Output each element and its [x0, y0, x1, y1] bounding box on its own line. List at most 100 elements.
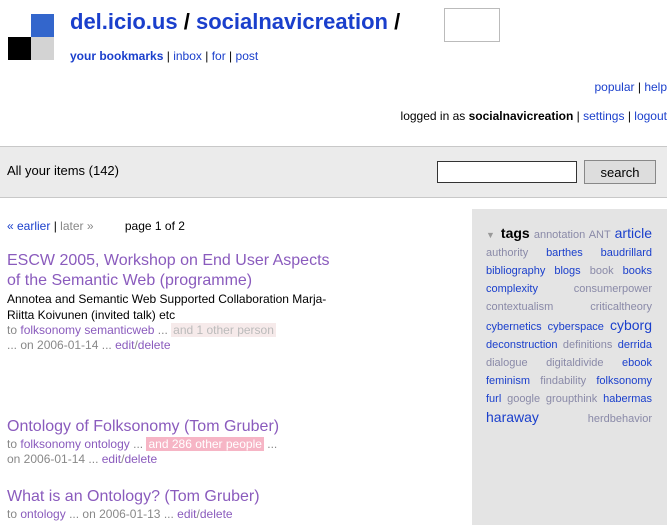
tag-link[interactable]: cyberspace [548, 321, 604, 333]
bookmark-item: Ontology of Folksonomy (Tom Gruber) to f… [7, 417, 337, 467]
tag-link[interactable]: dialogue [486, 357, 528, 369]
bookmark-description: Annotea and Semantic Web Supported Colla… [7, 292, 327, 322]
logout-link[interactable]: logout [634, 109, 667, 123]
tag-link[interactable]: findability [540, 375, 586, 387]
bookmark-title[interactable]: What is an Ontology? (Tom Gruber) [7, 487, 337, 507]
pager-pipe: | [53, 219, 57, 233]
bookmark-title[interactable]: ESCW 2005, Workshop on End User Aspects … [7, 251, 337, 291]
edit-link[interactable]: edit [177, 507, 196, 521]
settings-link[interactable]: settings [583, 109, 624, 123]
delete-link[interactable]: delete [124, 452, 157, 466]
edit-link[interactable]: edit [102, 452, 121, 466]
nav-your-bookmarks[interactable]: your bookmarks [70, 49, 163, 63]
items-search-bar: All your items (142) search [0, 146, 667, 198]
tag-link[interactable]: definitions [563, 339, 613, 351]
tag-link[interactable]: habermas [603, 393, 652, 405]
meta-ellipsis: ... [267, 437, 278, 451]
login-pipe: | [576, 109, 580, 123]
tag-link[interactable]: deconstruction [486, 339, 558, 351]
logo-square-gray [31, 37, 54, 60]
nav-pipe: | [229, 49, 233, 63]
tag-link[interactable]: annotation [534, 229, 585, 241]
meta-to: to [7, 507, 18, 521]
tag-link[interactable]: bibliography [486, 265, 545, 277]
page-indicator: page 1 of 2 [124, 219, 185, 233]
collapse-triangle-icon[interactable]: ▼ [486, 230, 496, 240]
bookmark-item: What is an Ontology? (Tom Gruber) to ont… [7, 487, 337, 522]
page-title: del.icio.us / socialnavicreation / [70, 9, 400, 35]
tag-link[interactable]: derrida [618, 339, 652, 351]
tag-link[interactable]: ANT [589, 229, 611, 241]
bookmark-tag[interactable]: ontology [84, 437, 129, 451]
meta-date: on 2006-01-14 ... [7, 452, 99, 466]
meta-ellipsis: ... [157, 323, 168, 337]
meta-to: to [7, 323, 18, 337]
tags-header-label: tags [500, 225, 530, 241]
tag-link[interactable]: furl [486, 393, 501, 405]
bookmark-meta: to folksonomy ontology ... and 286 other… [7, 437, 337, 467]
user-link[interactable]: socialnavicreation [196, 9, 388, 34]
title-separator-2: / [394, 9, 401, 34]
tag-link[interactable]: article [615, 225, 652, 241]
pager: « earlier | later » page 1 of 2 [7, 219, 185, 233]
tag-link[interactable]: folksonomy [596, 375, 652, 387]
tag-link[interactable]: ebook [622, 357, 652, 369]
top-links: popular | help [594, 80, 667, 94]
help-link[interactable]: help [644, 80, 667, 94]
nav-pipe: | [166, 49, 170, 63]
delete-link[interactable]: delete [200, 507, 233, 521]
tag-link[interactable]: herdbehavior [588, 413, 652, 425]
bookmark-tag[interactable]: folksonomy [20, 323, 81, 337]
tag-link[interactable]: consumerpower [574, 283, 652, 295]
tag-link[interactable]: baudrillard [601, 247, 652, 259]
tag-link[interactable]: complexity [486, 283, 538, 295]
bookmark-item: ESCW 2005, Workshop on End User Aspects … [7, 251, 337, 353]
tag-link[interactable]: google [507, 393, 540, 405]
tag-link[interactable]: cyborg [610, 317, 652, 333]
tag-filter-input[interactable] [444, 8, 500, 42]
bookmark-tag[interactable]: semanticweb [84, 323, 154, 337]
login-pipe: | [627, 109, 631, 123]
delete-link[interactable]: delete [138, 338, 171, 352]
later-link[interactable]: later » [60, 219, 93, 233]
nav-post[interactable]: post [236, 49, 259, 63]
search-button[interactable]: search [584, 160, 656, 184]
login-username: socialnavicreation [468, 109, 574, 123]
tag-link[interactable]: groupthink [546, 393, 597, 405]
nav-pipe: | [205, 49, 209, 63]
bookmark-meta: to folksonomy semanticweb ... and 1 othe… [7, 323, 337, 353]
logo-square-blue [31, 14, 54, 37]
search-input[interactable] [437, 161, 577, 183]
delicious-logo[interactable] [8, 14, 54, 60]
bookmark-title[interactable]: Ontology of Folksonomy (Tom Gruber) [7, 417, 337, 437]
tag-link[interactable]: books [623, 265, 652, 277]
meta-to: to [7, 437, 18, 451]
meta-ellipsis: ... [133, 437, 144, 451]
nav-for[interactable]: for [212, 49, 226, 63]
tag-sidebar: ▼ tags annotation ANT article authority … [472, 209, 667, 525]
tag-link[interactable]: contextualism [486, 301, 553, 313]
nav-inbox[interactable]: inbox [173, 49, 202, 63]
others-link[interactable]: and 1 other person [171, 323, 276, 337]
login-prefix: logged in as [400, 109, 466, 123]
tag-link[interactable]: book [590, 265, 614, 277]
site-link[interactable]: del.icio.us [70, 9, 178, 34]
tag-link[interactable]: cybernetics [486, 321, 542, 333]
others-link[interactable]: and 286 other people [146, 437, 264, 451]
tag-link[interactable]: authority [486, 247, 528, 259]
bookmark-meta: to ontology ... on 2006-01-13 ... edit/d… [7, 507, 337, 522]
tag-link[interactable]: blogs [554, 265, 580, 277]
tag-link[interactable]: feminism [486, 375, 530, 387]
title-separator: / [183, 9, 190, 34]
tags-header[interactable]: ▼ tags [486, 225, 530, 241]
popular-link[interactable]: popular [594, 80, 634, 94]
tag-link[interactable]: barthes [546, 247, 583, 259]
tag-link[interactable]: digitaldivide [546, 357, 603, 369]
tag-link[interactable]: criticaltheory [590, 301, 652, 313]
edit-link[interactable]: edit [115, 338, 134, 352]
tag-link[interactable]: haraway [486, 409, 539, 425]
bookmark-tag[interactable]: folksonomy [20, 437, 81, 451]
logo-square-black [8, 37, 31, 60]
earlier-link[interactable]: « earlier [7, 219, 50, 233]
bookmark-tag[interactable]: ontology [20, 507, 65, 521]
